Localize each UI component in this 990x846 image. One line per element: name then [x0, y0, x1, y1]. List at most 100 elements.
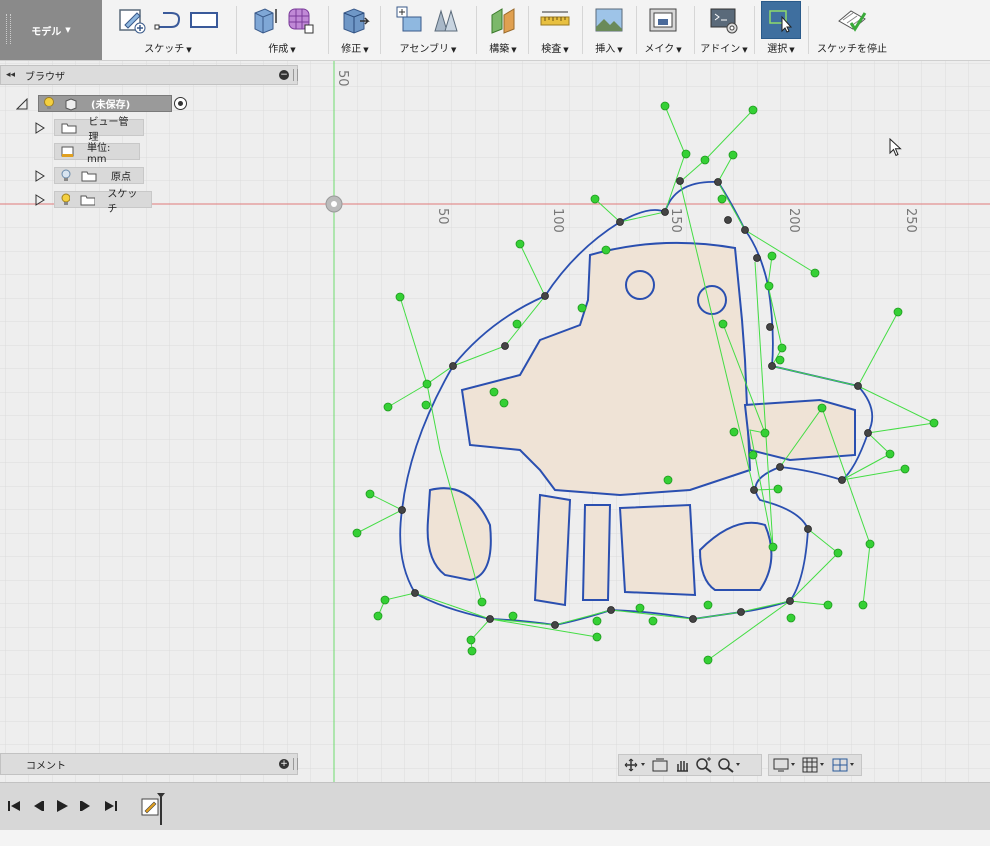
collapse-panel-icon[interactable]: ◂◂	[6, 70, 15, 80]
press-pull-icon[interactable]	[340, 5, 370, 35]
stop-sketch-group[interactable]: スケッチを停止	[814, 0, 890, 60]
viewports-icon[interactable]	[832, 757, 857, 773]
origin-box[interactable]: 原点	[54, 167, 144, 184]
modify-group-label: 修正 ▼	[341, 44, 369, 55]
tree-item-view-manager[interactable]: ビュー管理	[34, 117, 144, 143]
tree-item-origin[interactable]: 原点	[34, 167, 144, 184]
status-strip	[0, 830, 990, 846]
tree-item-label: 原点	[111, 172, 131, 183]
pan-hand-icon[interactable]	[673, 757, 691, 773]
create-sketch-icon[interactable]	[117, 5, 147, 35]
folder-icon	[81, 171, 97, 181]
play-icon[interactable]	[55, 799, 69, 813]
display-settings-icon[interactable]	[773, 757, 798, 773]
collapsed-triangle-icon[interactable]	[34, 169, 46, 182]
look-at-icon[interactable]	[651, 757, 669, 773]
lightbulb-off-icon[interactable]	[61, 169, 71, 182]
workspace-label: モデル	[31, 26, 62, 38]
ruler-label-250: 250	[903, 208, 918, 233]
toolbar-grip[interactable]	[6, 14, 11, 44]
select-group-label: 選択 ▼	[767, 44, 795, 55]
toolbar: モデル ▼ スケッチ ▼ 作成 ▼ 修正 ▼ アセンブリ ▼ 構築 ▼ 検査 ▼…	[0, 0, 990, 61]
view-manager-box[interactable]: ビュー管理	[54, 117, 144, 143]
browser-panel-header[interactable]: ◂◂ ブラウザ −	[0, 65, 298, 85]
insert-image-icon[interactable]	[594, 5, 624, 35]
units-icon	[61, 146, 74, 157]
sketch-group[interactable]: スケッチ ▼	[110, 0, 226, 60]
step-back-icon[interactable]	[31, 799, 45, 813]
tree-item-sketches[interactable]: スケッチ	[34, 189, 152, 215]
insert-group[interactable]: 挿入 ▼	[588, 0, 630, 60]
ruler-label-200: 200	[786, 208, 801, 233]
tree-root[interactable]: (未保存)	[16, 95, 187, 112]
joint-icon[interactable]	[431, 5, 461, 35]
select-group[interactable]: 選択 ▼	[760, 0, 802, 60]
form-icon[interactable]	[285, 5, 315, 35]
sketches-box[interactable]: スケッチ	[54, 189, 152, 215]
stop-sketch-icon[interactable]	[837, 5, 867, 35]
toolbar-separator	[476, 6, 477, 54]
canvas-svg	[0, 60, 990, 782]
tree-item-label: 単位: mm	[87, 142, 111, 165]
plus-circle-icon[interactable]: +	[279, 759, 289, 769]
mouse-cursor-icon	[889, 138, 902, 157]
component-icon	[65, 97, 77, 111]
lightbulb-icon[interactable]	[43, 96, 55, 111]
toolbar-separator	[636, 6, 637, 54]
collapsed-triangle-icon[interactable]	[34, 121, 46, 134]
inspect-group[interactable]: 検査 ▼	[534, 0, 576, 60]
assemble-group-label: アセンブリ ▼	[399, 44, 457, 55]
lightbulb-icon[interactable]	[61, 193, 71, 206]
3d-print-icon[interactable]	[648, 5, 678, 35]
radio-active-icon[interactable]	[174, 97, 187, 110]
step-forward-icon[interactable]	[79, 799, 93, 813]
extrude-icon[interactable]	[249, 5, 279, 35]
workspace-switcher[interactable]: モデル ▼	[0, 0, 102, 60]
panel-grip[interactable]	[293, 69, 298, 81]
orbit-icon[interactable]	[623, 757, 647, 773]
rectangle-tool-icon[interactable]	[189, 5, 219, 35]
folder-icon	[61, 123, 77, 133]
stop-sketch-label: スケッチを停止	[817, 44, 887, 55]
scripts-icon[interactable]	[709, 5, 739, 35]
construct-group[interactable]: 構築 ▼	[482, 0, 524, 60]
ruler-label-150: 150	[668, 208, 683, 233]
zoom-icon[interactable]	[695, 757, 713, 773]
assemble-group[interactable]: アセンブリ ▼	[388, 0, 468, 60]
toolbar-separator	[694, 6, 695, 54]
tree-item-units[interactable]: 単位: mm	[54, 143, 140, 165]
collapsed-triangle-icon[interactable]	[34, 193, 46, 206]
skip-to-end-icon[interactable]	[104, 799, 118, 813]
display-tools	[768, 754, 862, 776]
select-button[interactable]	[761, 1, 801, 39]
comments-panel-header[interactable]: コメント +	[0, 753, 298, 775]
toolbar-separator	[582, 6, 583, 54]
create-group[interactable]: 作成 ▼	[244, 0, 320, 60]
toolbar-separator	[328, 6, 329, 54]
new-component-icon[interactable]	[395, 5, 425, 35]
folder-icon	[80, 195, 96, 205]
grid-settings-icon[interactable]	[802, 757, 827, 773]
addins-group[interactable]: アドイン ▼	[700, 0, 748, 60]
line-tool-icon[interactable]	[153, 5, 183, 35]
measure-icon[interactable]	[540, 5, 570, 35]
toolbar-separator	[808, 6, 809, 54]
offset-plane-icon[interactable]	[488, 5, 518, 35]
root-component[interactable]: (未保存)	[38, 95, 172, 112]
toolbar-separator	[528, 6, 529, 54]
fit-zoom-icon[interactable]	[717, 757, 743, 773]
units-box[interactable]: 単位: mm	[54, 143, 140, 165]
minus-circle-icon[interactable]: −	[279, 70, 289, 80]
navigation-bar	[618, 753, 864, 777]
timeline-sketch-feature-icon[interactable]	[140, 791, 168, 827]
sketch-group-label: スケッチ ▼	[144, 44, 192, 55]
skip-to-start-icon[interactable]	[7, 799, 21, 813]
sketch-canvas[interactable]: 50 50 100 150 200 250	[0, 60, 990, 782]
panel-grip[interactable]	[293, 758, 298, 770]
ruler-label-100: 100	[550, 208, 565, 233]
nav-tools	[618, 754, 762, 776]
modify-group[interactable]: 修正 ▼	[334, 0, 376, 60]
expanded-triangle-icon[interactable]	[16, 97, 28, 110]
make-group[interactable]: メイク ▼	[642, 0, 684, 60]
inspect-group-label: 検査 ▼	[541, 44, 569, 55]
